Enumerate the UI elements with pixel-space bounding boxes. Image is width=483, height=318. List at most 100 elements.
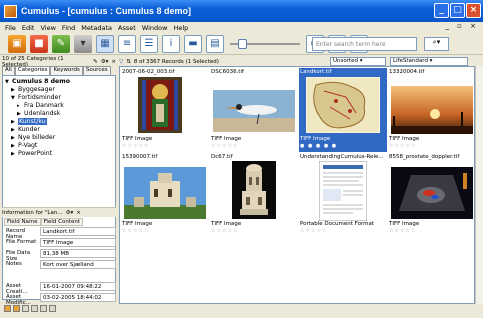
thumbnail-view-icon[interactable]: ▦	[96, 34, 114, 53]
info-row: File Format TIFF Image	[4, 238, 116, 247]
expand-icon[interactable]: ▶	[11, 126, 18, 134]
search-input[interactable]: Enter search term here	[312, 37, 417, 51]
tree-node[interactable]: ▶ P-Vagt	[3, 142, 115, 150]
record-tile-selected[interactable]: Landkort.tif TIFF Image ● ● ● ● ●	[299, 68, 387, 152]
rating-stars[interactable]: ☆☆☆☆☆	[211, 228, 238, 234]
menu-asset[interactable]: Asset	[115, 24, 139, 32]
file-size-field[interactable]: 81,38 MB	[40, 249, 116, 258]
toggle-icon[interactable]: ⇅	[126, 59, 131, 65]
menu-help[interactable]: Help	[170, 24, 191, 32]
menu-file[interactable]: File	[2, 24, 19, 32]
vertical-scrollbar[interactable]	[475, 66, 483, 304]
expand-icon[interactable]: ▶	[11, 142, 18, 150]
ivory-tower-thumbnail	[232, 161, 276, 219]
tab-sources[interactable]: Sources	[82, 66, 111, 75]
rating-stars[interactable]: ☆☆☆☆☆	[122, 143, 149, 149]
info-close-icon[interactable]: ×	[76, 210, 81, 216]
tree-node[interactable]: ▸ Fra Danmark	[3, 102, 115, 110]
bottom-icon[interactable]	[49, 305, 56, 312]
expand-icon[interactable]: ▶	[17, 110, 24, 118]
mdi-window-controls[interactable]: _ ▫ ×	[445, 22, 479, 30]
tree-node[interactable]: ▶ Byggesager	[3, 86, 115, 94]
category-tabs: All Categories Keywords Sources	[2, 66, 116, 75]
menu-metadata[interactable]: Metadata	[78, 24, 115, 32]
expand-icon[interactable]: ▸	[17, 102, 24, 110]
filter-icon[interactable]: ▽	[119, 59, 123, 65]
tab-categories[interactable]: Categories	[14, 66, 51, 75]
tree-node[interactable]: ▶ Udenlandsk	[3, 110, 115, 118]
menu-edit[interactable]: Edit	[19, 24, 38, 32]
bottom-toolbar	[4, 305, 64, 316]
tree-node[interactable]: ▶ Kunder	[3, 126, 115, 134]
menu-window[interactable]: Window	[139, 24, 171, 32]
maximize-button[interactable]: □	[450, 3, 465, 18]
catalog-icon[interactable]: ▣	[8, 34, 26, 53]
record-tile[interactable]: Dc67.tif TIFF Image ☆☆☆☆☆	[210, 153, 298, 237]
rating-stars[interactable]: ☆☆☆☆☆	[211, 143, 238, 149]
tree-node[interactable]: ▼ Cumulus 8 demo	[3, 78, 115, 86]
close-button[interactable]: ×	[466, 3, 481, 18]
bottom-icon[interactable]	[40, 305, 47, 312]
bottom-icon[interactable]	[22, 305, 29, 312]
menu-find[interactable]: Find	[59, 24, 78, 32]
info-row: Notes Kort over Sjælland	[4, 260, 116, 269]
asset-created-field[interactable]: 16-01-2007 09:48:22	[40, 282, 116, 291]
col-field-content[interactable]: Field Content	[40, 218, 83, 226]
rating-stars[interactable]: ☆☆☆☆☆	[389, 228, 416, 234]
info-icon[interactable]: i	[162, 34, 180, 53]
tree-node[interactable]: ▶ PowerPoint	[3, 150, 115, 158]
file-format-field[interactable]: TIFF Image	[40, 238, 116, 247]
record-tile[interactable]: 2007-06-02_003.tif TIFF Image ☆☆☆☆☆	[121, 68, 209, 152]
slideshow-icon[interactable]: ▤	[206, 34, 224, 53]
sunset-thumbnail	[391, 86, 473, 134]
tree-node-selected[interactable]: ▶ Kunst/ku	[3, 118, 115, 126]
preview-icon[interactable]: ▬	[184, 34, 202, 53]
bottom-icon[interactable]	[4, 305, 11, 312]
expand-icon[interactable]: ▶	[11, 118, 18, 126]
options-icon[interactable]: ⚙▾	[101, 59, 109, 65]
search-button[interactable]: ⌕▾	[424, 37, 449, 51]
ruin-thumbnail	[124, 167, 206, 219]
info-options-icon[interactable]: ⚙▾	[66, 210, 74, 216]
record-tile[interactable]: 15390007.tif TIFF Image ☆☆☆☆☆	[121, 153, 209, 237]
expand-icon[interactable]: ▶	[11, 134, 18, 142]
record-tile[interactable]: UnderstandingCumulus-Rele... Portable Do…	[299, 153, 387, 237]
collection-icon[interactable]: ■	[30, 34, 48, 53]
bottom-icon[interactable]	[13, 305, 20, 312]
expand-icon[interactable]: ▼	[5, 78, 12, 86]
rating-stars[interactable]: ☆☆☆☆☆	[389, 143, 416, 149]
cumulus-app-icon	[4, 4, 17, 18]
expand-icon[interactable]: ▼	[11, 94, 18, 102]
trash-icon[interactable]: ▾	[74, 34, 92, 53]
asset-modified-field[interactable]: 03-02-2005 18:44:02	[40, 293, 116, 302]
view-set-dropdown[interactable]: LifeStandard ▾	[390, 57, 468, 66]
thumbnail-size-slider[interactable]	[230, 38, 300, 50]
tree-node[interactable]: ▶ Nye billeder	[3, 134, 115, 142]
menu-view[interactable]: View	[37, 24, 58, 32]
filter-icon[interactable]: ✎	[93, 59, 98, 65]
record-name-field[interactable]: Landkort.tif	[40, 227, 116, 236]
tab-keywords[interactable]: Keywords	[50, 66, 83, 75]
record-tile[interactable]: 8558_prostate_doppler.tif TIFF Image ☆☆☆…	[388, 153, 476, 237]
expand-icon[interactable]: ▶	[11, 86, 18, 94]
minimize-button[interactable]: _	[434, 3, 449, 18]
sort-dropdown[interactable]: Unsorted ▾	[330, 57, 386, 66]
document-thumbnail	[319, 161, 367, 221]
bottom-icon[interactable]	[31, 305, 38, 312]
edit-icon[interactable]: ✎	[52, 34, 70, 53]
expand-icon[interactable]: ▶	[11, 150, 18, 158]
details-view-icon[interactable]: ☰	[140, 34, 158, 53]
tab-all[interactable]: All	[2, 66, 15, 75]
notes-field[interactable]: Kort over Sjælland	[40, 260, 116, 269]
thumbnail-grid: 2007-06-02_003.tif TIFF Image ☆☆☆☆☆ DSC6…	[119, 66, 475, 304]
col-field-name[interactable]: Field Name	[4, 218, 41, 226]
record-tile[interactable]: 13320004.tif TIFF Image ☆☆☆☆☆	[388, 68, 476, 152]
rating-stars[interactable]: ☆☆☆☆☆	[122, 228, 149, 234]
menu-bar: File Edit View Find Metadata Asset Windo…	[0, 22, 483, 33]
rating-stars[interactable]: ● ● ● ● ●	[300, 143, 337, 149]
rating-stars[interactable]: ☆☆☆☆☆	[300, 228, 327, 234]
close-panel-icon[interactable]: ×	[111, 59, 116, 65]
list-view-icon[interactable]: ≡	[118, 34, 136, 53]
record-tile[interactable]: DSC6036.tif TIFF Image ☆☆☆☆☆	[210, 68, 298, 152]
tree-node[interactable]: ▼ Fortidsminder	[3, 94, 115, 102]
